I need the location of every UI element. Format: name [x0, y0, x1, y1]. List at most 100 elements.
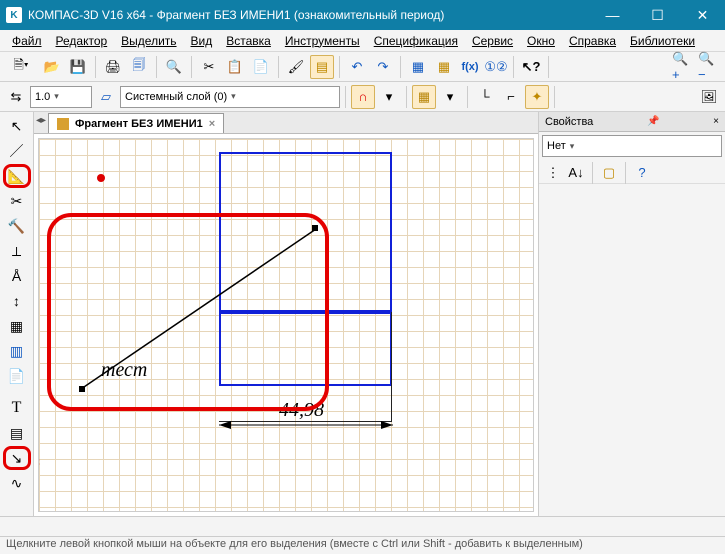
menu-help[interactable]: Справка	[563, 32, 622, 50]
minimize-button[interactable]: —	[590, 0, 635, 30]
help-button[interactable]: ↖?	[519, 55, 543, 79]
separator	[467, 86, 468, 108]
separator	[156, 56, 157, 78]
cut-button[interactable]: ✂	[197, 55, 221, 79]
titlebar: K КОМПАС-3D V16 x64 - Фрагмент БЕЗ ИМЕНИ…	[0, 0, 725, 30]
open-button[interactable]: 📂	[40, 55, 64, 79]
menu-edit[interactable]: Редактор	[50, 32, 114, 50]
separator	[191, 56, 192, 78]
tool-leader[interactable]: ↘	[3, 446, 31, 470]
props-sort-az[interactable]: A↓	[566, 164, 586, 182]
separator	[278, 56, 279, 78]
maximize-button[interactable]: ☐	[635, 0, 680, 30]
close-button[interactable]: ✕	[680, 0, 725, 30]
properties-toggle[interactable]: ▤	[310, 55, 334, 79]
separator	[95, 56, 96, 78]
menubar: Файл Редактор Выделить Вид Вставка Инстр…	[0, 30, 725, 52]
properties-panel: Свойства 📌 × Нет ⋮ A↓ ▢ ?	[539, 112, 725, 516]
redo-button[interactable]: ↷	[371, 55, 395, 79]
print-preview-button[interactable]: 🗐	[127, 55, 151, 79]
tool-scissors[interactable]: ✂	[3, 189, 31, 213]
separator	[400, 56, 401, 78]
zoom-in-button[interactable]: 🔍+	[671, 55, 695, 79]
separator	[592, 162, 593, 184]
tool-hammer[interactable]: 🔨	[3, 214, 31, 238]
preview-button[interactable]: 🔍	[162, 55, 186, 79]
line-style-icon[interactable]: ⇆	[4, 85, 28, 109]
props-help-icon[interactable]: ?	[632, 164, 652, 182]
document-tab[interactable]: Фрагмент БЕЗ ИМЕНИ1 ×	[48, 113, 224, 133]
tool-text[interactable]: T	[3, 396, 31, 420]
tool-param[interactable]: ⟂	[3, 239, 31, 263]
pin-icon[interactable]: 📌	[647, 116, 659, 127]
main-area: ↖ ／ 📐 ✂ 🔨 ⟂ Å ↕ ▦ ▥ 📄 T ▤ ↘ ∿ ◂▸ Фрагмен…	[0, 112, 725, 516]
tool-line[interactable]: ／	[3, 139, 31, 163]
tab-nav-icon[interactable]: ◂▸	[36, 115, 46, 126]
properties-toolbar: ⋮ A↓ ▢ ?	[539, 162, 725, 184]
tool-pointer[interactable]: ↖	[3, 114, 31, 138]
properties-body	[539, 184, 725, 516]
menu-view[interactable]: Вид	[185, 32, 219, 50]
brush-button[interactable]: 🖌	[284, 55, 308, 79]
manager-button[interactable]: ▦	[432, 55, 456, 79]
properties-title: Свойства	[545, 116, 593, 128]
sparkle-button[interactable]: ✦	[525, 85, 549, 109]
lineweight-combo[interactable]: 1.0	[30, 86, 92, 108]
menu-file[interactable]: Файл	[6, 32, 48, 50]
tool-curve[interactable]: ∿	[3, 471, 31, 495]
separator	[554, 86, 555, 108]
tool-textbox[interactable]: ▤	[3, 421, 31, 445]
menu-spec[interactable]: Спецификация	[368, 32, 464, 50]
menu-service[interactable]: Сервис	[466, 32, 519, 50]
grid-toggle[interactable]: ▦	[412, 85, 436, 109]
document-tab-label: Фрагмент БЕЗ ИМЕНИ1	[75, 118, 203, 130]
doc-icon	[57, 118, 69, 130]
separator	[339, 56, 340, 78]
print-button[interactable]: 🖨	[101, 55, 125, 79]
tool-divide[interactable]: ↕	[3, 289, 31, 313]
menu-tools[interactable]: Инструменты	[279, 32, 366, 50]
tool-report[interactable]: 📄	[3, 364, 31, 388]
tool-bom[interactable]: ▥	[3, 339, 31, 363]
copy-button[interactable]: 📋	[223, 55, 247, 79]
style-toolbar: ⇆ 1.0 ▱ Системный слой (0) ∩ ▾ ▦ ▾ └ ⌐ ✦…	[0, 82, 725, 112]
red-x-marker: ×	[38, 455, 40, 469]
menu-insert[interactable]: Вставка	[220, 32, 277, 50]
fx-button[interactable]: f(x)	[458, 55, 482, 79]
tab-close-icon[interactable]: ×	[209, 118, 215, 130]
separator	[513, 56, 514, 78]
layer-combo[interactable]: Системный слой (0)	[120, 86, 340, 108]
props-btn-3[interactable]: ▢	[599, 164, 619, 182]
snap-toggle[interactable]: ∩	[351, 85, 375, 109]
red-highlight-rect	[47, 213, 329, 411]
save-button[interactable]: 💾	[66, 55, 90, 79]
trace-button[interactable]: ⌐	[499, 85, 523, 109]
grid-settings-button[interactable]: ▾	[438, 85, 462, 109]
paste-button[interactable]: 📄	[249, 55, 273, 79]
undo-button[interactable]: ↶	[345, 55, 369, 79]
properties-object-combo[interactable]: Нет	[542, 135, 722, 157]
zoom-out-button[interactable]: 🔍−	[697, 55, 721, 79]
new-button[interactable]: 🗎▾	[4, 55, 38, 79]
layers-icon[interactable]: ▱	[94, 85, 118, 109]
panel-close-icon[interactable]: ×	[713, 116, 719, 127]
separator	[345, 86, 346, 108]
menu-window[interactable]: Окно	[521, 32, 561, 50]
ortho-button[interactable]: └	[473, 85, 497, 109]
render-button[interactable]: 🖼	[697, 85, 721, 109]
tool-table[interactable]: ▦	[3, 314, 31, 338]
separator	[625, 162, 626, 184]
left-tool-palette: ↖ ／ 📐 ✂ 🔨 ⟂ Å ↕ ▦ ▥ 📄 T ▤ ↘ ∿	[0, 112, 34, 516]
tool-measure[interactable]: Å	[3, 264, 31, 288]
document-area: ◂▸ Фрагмент БЕЗ ИМЕНИ1 × тест	[34, 112, 539, 516]
vars-button[interactable]: ①②	[484, 55, 508, 79]
red-marker	[97, 174, 105, 182]
menu-libs[interactable]: Библиотеки	[624, 32, 701, 50]
status-bar: Щелкните левой кнопкой мыши на объекте д…	[0, 536, 725, 554]
snap-settings-button[interactable]: ▾	[377, 85, 401, 109]
menu-select[interactable]: Выделить	[115, 32, 182, 50]
drawing-canvas[interactable]: тест 44,98 ×	[38, 138, 534, 512]
props-btn-1[interactable]: ⋮	[543, 164, 563, 182]
tool-dimension[interactable]: 📐	[3, 164, 31, 188]
library-button[interactable]: ▦	[406, 55, 430, 79]
